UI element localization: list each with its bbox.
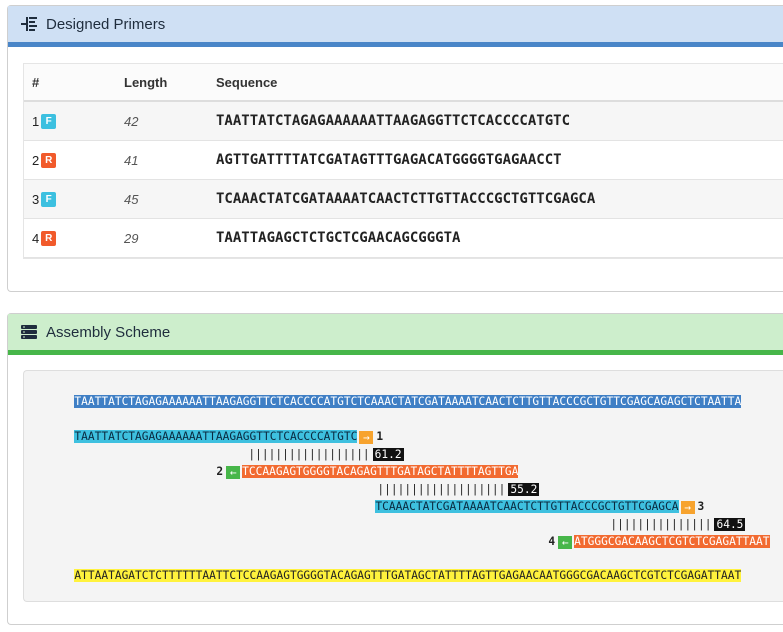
primer-number: 1 F — [32, 113, 124, 129]
primer-length: 41 — [124, 140, 216, 180]
primer-sequence: TCAAACTATCGATAAAATCAACTCTTGTTACCCGCTGTTC… — [216, 179, 783, 219]
primer-index: 4 — [32, 230, 40, 246]
designed-primers-panel: Designed Primers # Length Sequence 1 F 4… — [7, 5, 783, 292]
primer-sequence: AGTTGATTTTATCGATAGTTTGAGACATGGGGTGAGAACC… — [216, 140, 783, 180]
table-row: 2 R 41 AGTTGATTTTATCGATAGTTTGAGACATGGGGT… — [24, 140, 783, 180]
panel-title: Assembly Scheme — [46, 323, 171, 341]
column-header-length[interactable]: Length — [124, 64, 216, 102]
server-stack-icon — [20, 323, 38, 341]
primer-sequence: TAATTAGAGCTCTGCTCGAACAGCGGGTA — [216, 218, 783, 258]
primer-4-label: 4 — [548, 535, 556, 548]
primer-2-label: 2 — [216, 465, 224, 478]
designed-primers-heading: Designed Primers — [8, 6, 783, 47]
primer-index: 1 — [32, 113, 40, 129]
panel-title: Designed Primers — [46, 15, 166, 33]
primer-number: 2 R — [32, 152, 124, 168]
primer-index: 3 — [32, 191, 40, 207]
reverse-badge: R — [41, 230, 57, 246]
primer-sequence: TAATTATCTAGAGAAAAAATTAAGAGGTTCTCACCCCATG… — [216, 101, 783, 141]
primer-4-sequence: ATGGGCGACAAGCTCGTCTCGAGATTAAT — [574, 535, 770, 548]
table-row: 4 R 29 TAATTAGAGCTCTGCTCGAACAGCGGGTA — [24, 218, 783, 258]
arrow-left-icon: ← — [558, 535, 573, 549]
primer-length: 45 — [124, 179, 216, 219]
table-row: 1 F 42 TAATTATCTAGAGAAAAAATTAAGAGGTTCTCA… — [24, 101, 783, 141]
template-bottom-sequence: ATTAATAGATCTCTTTTTTAATTCTCCAAGAGTGGGGTAC… — [74, 569, 742, 582]
primers-table-container: # Length Sequence 1 F 42 TAATTATCTAGAGAA… — [23, 63, 783, 259]
table-row: 3 F 45 TCAAACTATCGATAAAATCAACTCTTGTTACCC… — [24, 179, 783, 219]
reverse-badge: R — [41, 152, 57, 168]
primers-table: # Length Sequence 1 F 42 TAATTATCTAGAGAA… — [24, 64, 783, 258]
column-header-sequence[interactable]: Sequence — [216, 64, 783, 102]
table-header-row: # Length Sequence — [24, 64, 783, 102]
primer-length: 29 — [124, 218, 216, 258]
primer-index: 2 — [32, 152, 40, 168]
primer-number: 3 F — [32, 191, 124, 207]
assembly-scheme-heading: Assembly Scheme — [8, 314, 783, 355]
arrow-left-icon: ← — [226, 465, 241, 479]
column-header-number[interactable]: # — [24, 64, 124, 102]
primer-number: 4 R — [32, 230, 124, 246]
template-top-sequence: TAATTATCTAGAGAAAAAATTAAGAGGTTCTCACCCCATG… — [74, 395, 742, 408]
assembly-scheme-view: TAATTATCTAGAGAAAAAATTAAGAGGTTCTCACCCCATG… — [23, 370, 783, 602]
assembly-scheme-panel: Assembly Scheme TAATTATCTAGAGAAAAAATTAAG… — [7, 313, 783, 625]
forward-badge: F — [41, 191, 57, 207]
forward-badge: F — [41, 113, 57, 129]
list-tree-icon — [20, 15, 38, 33]
template-bottom-strand: ATTAATAGATCTCTTTTTTAATTCTCCAAGAGTGGGGTAC… — [34, 553, 742, 598]
primer-length: 42 — [124, 101, 216, 141]
